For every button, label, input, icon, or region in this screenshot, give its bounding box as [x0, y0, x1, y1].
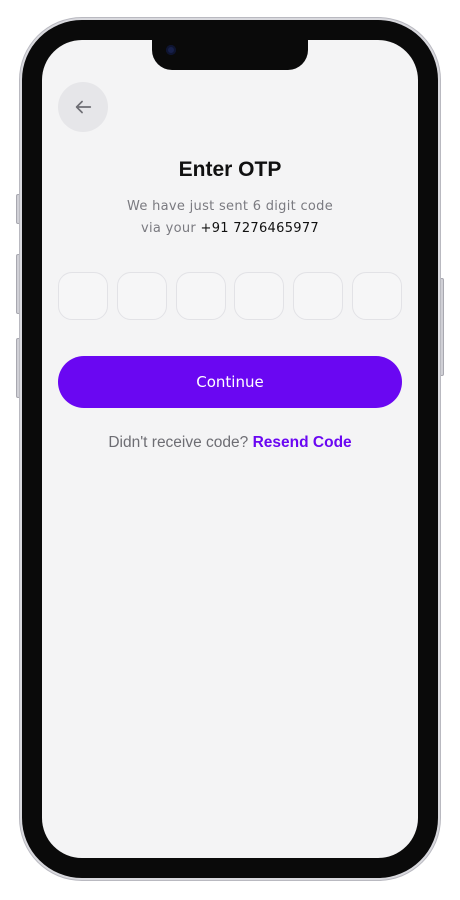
otp-instructions: We have just sent 6 digit code via your …: [42, 196, 418, 240]
otp-digit-3[interactable]: [175, 272, 226, 320]
otp-digit-2[interactable]: [116, 272, 167, 320]
instructions-prefix: via your: [141, 221, 197, 236]
arrow-left-icon: [75, 100, 92, 114]
otp-screen: Enter OTP We have just sent 6 digit code…: [42, 40, 418, 858]
otp-digit-4[interactable]: [234, 272, 285, 320]
resend-prompt-row: Didn't receive code? Resend Code: [42, 434, 418, 452]
back-button[interactable]: [58, 82, 108, 132]
notch: [152, 40, 308, 70]
resend-prompt-text: Didn't receive code?: [108, 434, 249, 451]
power-button: [438, 278, 444, 376]
page-title: Enter OTP: [178, 158, 282, 181]
otp-digit-1[interactable]: [58, 272, 108, 320]
camera-icon: [166, 45, 176, 55]
otp-input-group: [58, 272, 402, 322]
instructions-line-2: via your +91 7276465977: [42, 218, 418, 240]
resend-code-link[interactable]: Resend Code: [253, 434, 352, 451]
otp-digit-5[interactable]: [293, 272, 344, 320]
continue-button[interactable]: Continue: [58, 356, 402, 408]
otp-digit-6[interactable]: [351, 272, 402, 320]
instructions-line-1: We have just sent 6 digit code: [126, 199, 334, 214]
phone-number: +91 7276465977: [200, 221, 319, 236]
